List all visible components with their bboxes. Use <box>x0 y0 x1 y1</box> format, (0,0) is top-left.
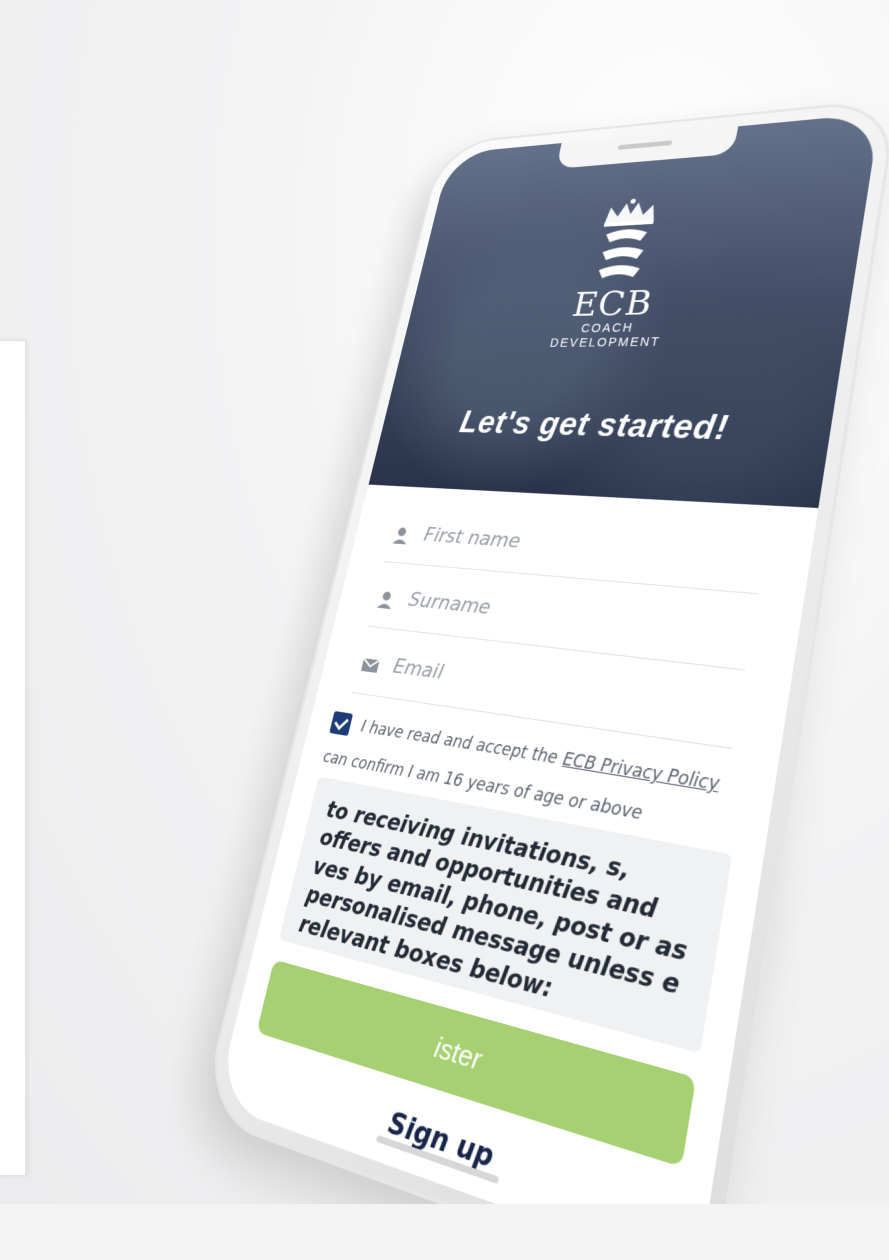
speaker-grill <box>617 140 673 150</box>
three-lions-icon <box>597 228 648 279</box>
logo-development-text: DEVELOPMENT <box>548 334 662 350</box>
crown-icon <box>603 198 658 227</box>
user-icon <box>392 527 408 545</box>
logo-ecb-text: ECB <box>568 283 656 325</box>
envelope-icon <box>359 655 381 673</box>
user-icon <box>376 591 392 610</box>
device-stage: ECB COACH DEVELOPMENT Let's get started!… <box>0 0 889 1204</box>
signup-form: First name Surname Email I have read and… <box>215 484 819 1204</box>
surname-placeholder: Surname <box>406 588 493 620</box>
checkbox-checked-icon[interactable] <box>329 710 354 736</box>
phone-screen: ECB COACH DEVELOPMENT Let's get started!… <box>215 112 881 1204</box>
first-name-placeholder: First name <box>421 524 523 554</box>
email-placeholder: Email <box>390 654 446 685</box>
smartphone-mockup: ECB COACH DEVELOPMENT Let's get started!… <box>199 97 889 1204</box>
